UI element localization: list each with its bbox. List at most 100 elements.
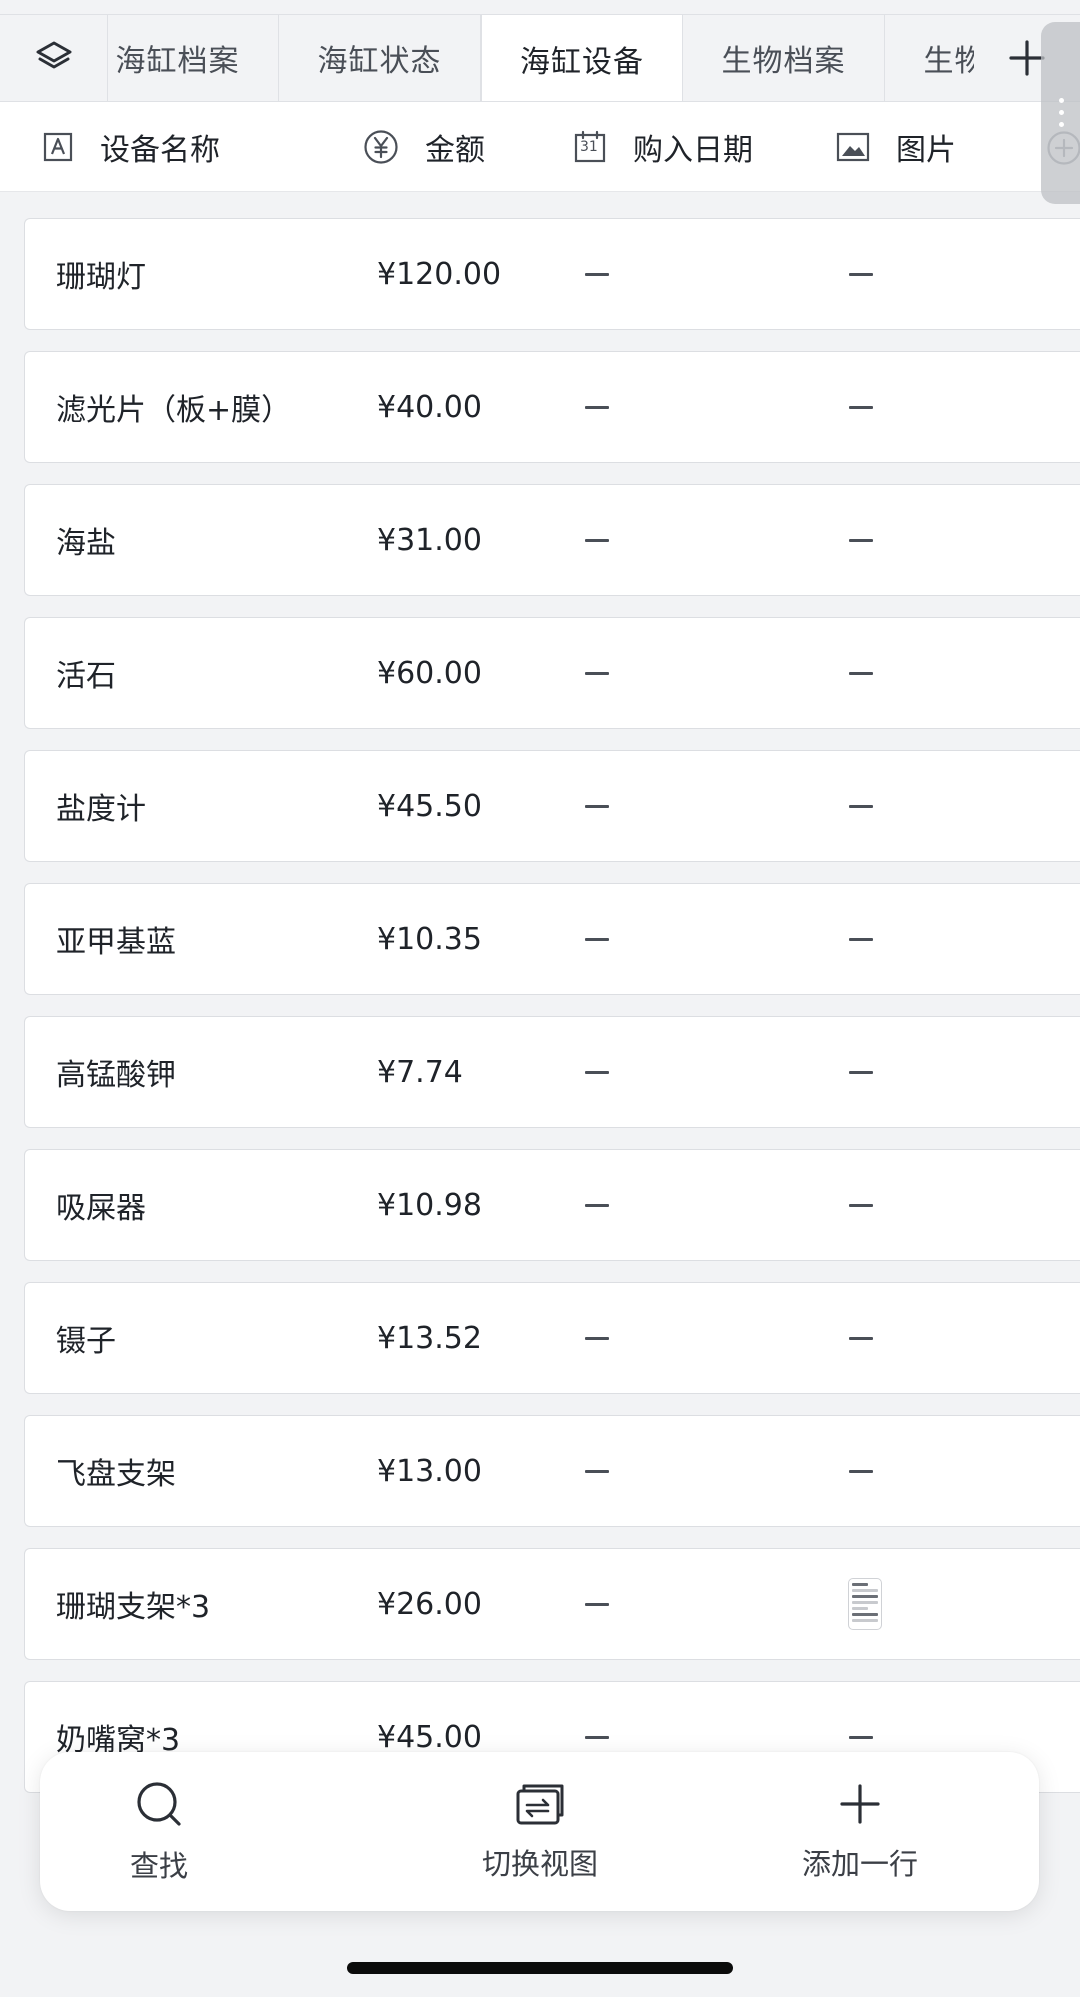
purchase-date-empty [585, 1416, 609, 1526]
home-indicator[interactable] [347, 1962, 733, 1974]
image-empty [849, 485, 873, 595]
image-empty [849, 219, 873, 329]
tab-creature-archive[interactable]: 生物档案 [683, 15, 885, 101]
equipment-name: 高锰酸钾 [56, 1058, 176, 1093]
purchase-date-empty [585, 618, 609, 728]
empty-dash [849, 1070, 873, 1074]
purchase-date-empty [585, 352, 609, 462]
amount: ¥10.35 [377, 921, 482, 957]
table-row[interactable]: 滤光片（板+膜） ¥40.00 [24, 351, 1080, 463]
table-row[interactable]: 盐度计 ¥45.50 [24, 750, 1080, 862]
table-row[interactable]: 飞盘支架 ¥13.00 [24, 1415, 1080, 1527]
amount: ¥60.00 [377, 655, 482, 691]
amount: ¥120.00 [377, 256, 502, 292]
text-field-icon [42, 131, 74, 163]
image-icon [836, 132, 870, 162]
equipment-name: 镊子 [56, 1324, 116, 1359]
field-header: 设备名称 金额 31 购入日期 图片 [0, 102, 1080, 192]
empty-dash [849, 804, 873, 808]
plus-icon [840, 1783, 880, 1824]
tab-creature-status[interactable]: 生物状态 [885, 15, 975, 101]
amount: ¥13.00 [377, 1453, 482, 1489]
image-empty [849, 1150, 873, 1260]
purchase-date-empty [585, 219, 609, 329]
field-purchase-date[interactable]: 31 购入日期 [573, 102, 753, 192]
bottom-toolbar: 查找 切换视图 添加一行 [40, 1752, 1039, 1911]
table-row[interactable]: 珊瑚灯 ¥120.00 [24, 218, 1080, 330]
empty-dash [585, 937, 609, 941]
amount: ¥26.00 [377, 1586, 482, 1622]
image-empty [849, 1283, 873, 1393]
empty-dash [585, 1070, 609, 1074]
empty-dash [585, 1735, 609, 1739]
equipment-name: 海盐 [56, 526, 116, 561]
record-list[interactable]: 珊瑚灯 ¥120.00 滤光片（板+膜） ¥40.00 海盐 ¥31.00 活石… [0, 192, 1080, 1997]
table-tab-bar: 海缸档案 海缸状态 海缸设备 生物档案 生物状态 [0, 14, 1080, 102]
equipment-name: 珊瑚支架*3 [56, 1590, 211, 1625]
add-row-button[interactable]: 添加一行 [750, 1752, 970, 1911]
equipment-name: 滤光片（板+膜） [56, 393, 292, 428]
table-row[interactable]: 高锰酸钾 ¥7.74 [24, 1016, 1080, 1128]
image-empty [849, 884, 873, 994]
amount: ¥10.98 [377, 1187, 482, 1223]
document-thumbnail [848, 1578, 882, 1630]
empty-dash [585, 804, 609, 808]
search-icon [137, 1781, 181, 1826]
switch-view-button[interactable]: 切换视图 [430, 1752, 650, 1911]
field-label: 购入日期 [633, 133, 753, 168]
search-button[interactable]: 查找 [49, 1752, 269, 1911]
empty-dash [585, 1469, 609, 1473]
purchase-date-empty [585, 884, 609, 994]
side-panel-handle[interactable] [1041, 22, 1080, 204]
empty-dash [585, 1336, 609, 1340]
tab-tank-status[interactable]: 海缸状态 [279, 15, 481, 101]
empty-dash [585, 538, 609, 542]
empty-dash [849, 1203, 873, 1207]
field-label: 设备名称 [100, 133, 220, 168]
empty-dash [849, 1336, 873, 1340]
empty-dash [849, 405, 873, 409]
add-row-label: 添加一行 [801, 1846, 918, 1881]
field-amount[interactable]: 金额 [363, 102, 485, 192]
table-row[interactable]: 亚甲基蓝 ¥10.35 [24, 883, 1080, 995]
layers-button[interactable] [0, 15, 108, 101]
purchase-date-empty [585, 1150, 609, 1260]
equipment-name: 飞盘支架 [56, 1457, 176, 1492]
table-row[interactable]: 镊子 ¥13.52 [24, 1282, 1080, 1394]
amount: ¥7.74 [377, 1054, 463, 1090]
field-label: 图片 [896, 133, 956, 168]
currency-yuan-icon [363, 129, 399, 165]
empty-dash [849, 1735, 873, 1739]
table-row[interactable]: 海盐 ¥31.00 [24, 484, 1080, 596]
app-screen: 海缸档案 海缸状态 海缸设备 生物档案 生物状态 设备名称 [0, 0, 1080, 1997]
table-row[interactable]: 吸屎器 ¥10.98 [24, 1149, 1080, 1261]
equipment-name: 活石 [56, 659, 116, 694]
layers-icon [36, 41, 71, 69]
calendar-icon: 31 [573, 130, 607, 164]
tab-tank-archive[interactable]: 海缸档案 [108, 15, 279, 101]
equipment-name: 亚甲基蓝 [56, 925, 176, 960]
tab-list: 海缸档案 海缸状态 海缸设备 生物档案 生物状态 [108, 15, 974, 101]
empty-dash [585, 671, 609, 675]
image-empty [849, 1017, 873, 1127]
tab-tank-equipment[interactable]: 海缸设备 [481, 15, 683, 101]
image-empty [849, 352, 873, 462]
empty-dash [849, 272, 873, 276]
table-row[interactable]: 活石 ¥60.00 [24, 617, 1080, 729]
empty-dash [849, 1469, 873, 1473]
field-equipment-name[interactable]: 设备名称 [42, 102, 220, 192]
field-label: 金额 [425, 133, 485, 168]
search-label: 查找 [129, 1848, 188, 1883]
purchase-date-empty [585, 1549, 609, 1659]
amount: ¥40.00 [377, 389, 482, 425]
equipment-name: 盐度计 [56, 792, 146, 827]
calendar-icon-day: 31 [580, 139, 598, 155]
empty-dash [585, 272, 609, 276]
amount: ¥31.00 [377, 522, 482, 558]
table-row[interactable]: 珊瑚支架*3 ¥26.00 [24, 1548, 1080, 1660]
image-empty [849, 618, 873, 728]
image-thumbnail[interactable] [848, 1549, 882, 1659]
field-image[interactable]: 图片 [836, 102, 956, 192]
empty-dash [585, 405, 609, 409]
empty-dash [585, 1203, 609, 1207]
